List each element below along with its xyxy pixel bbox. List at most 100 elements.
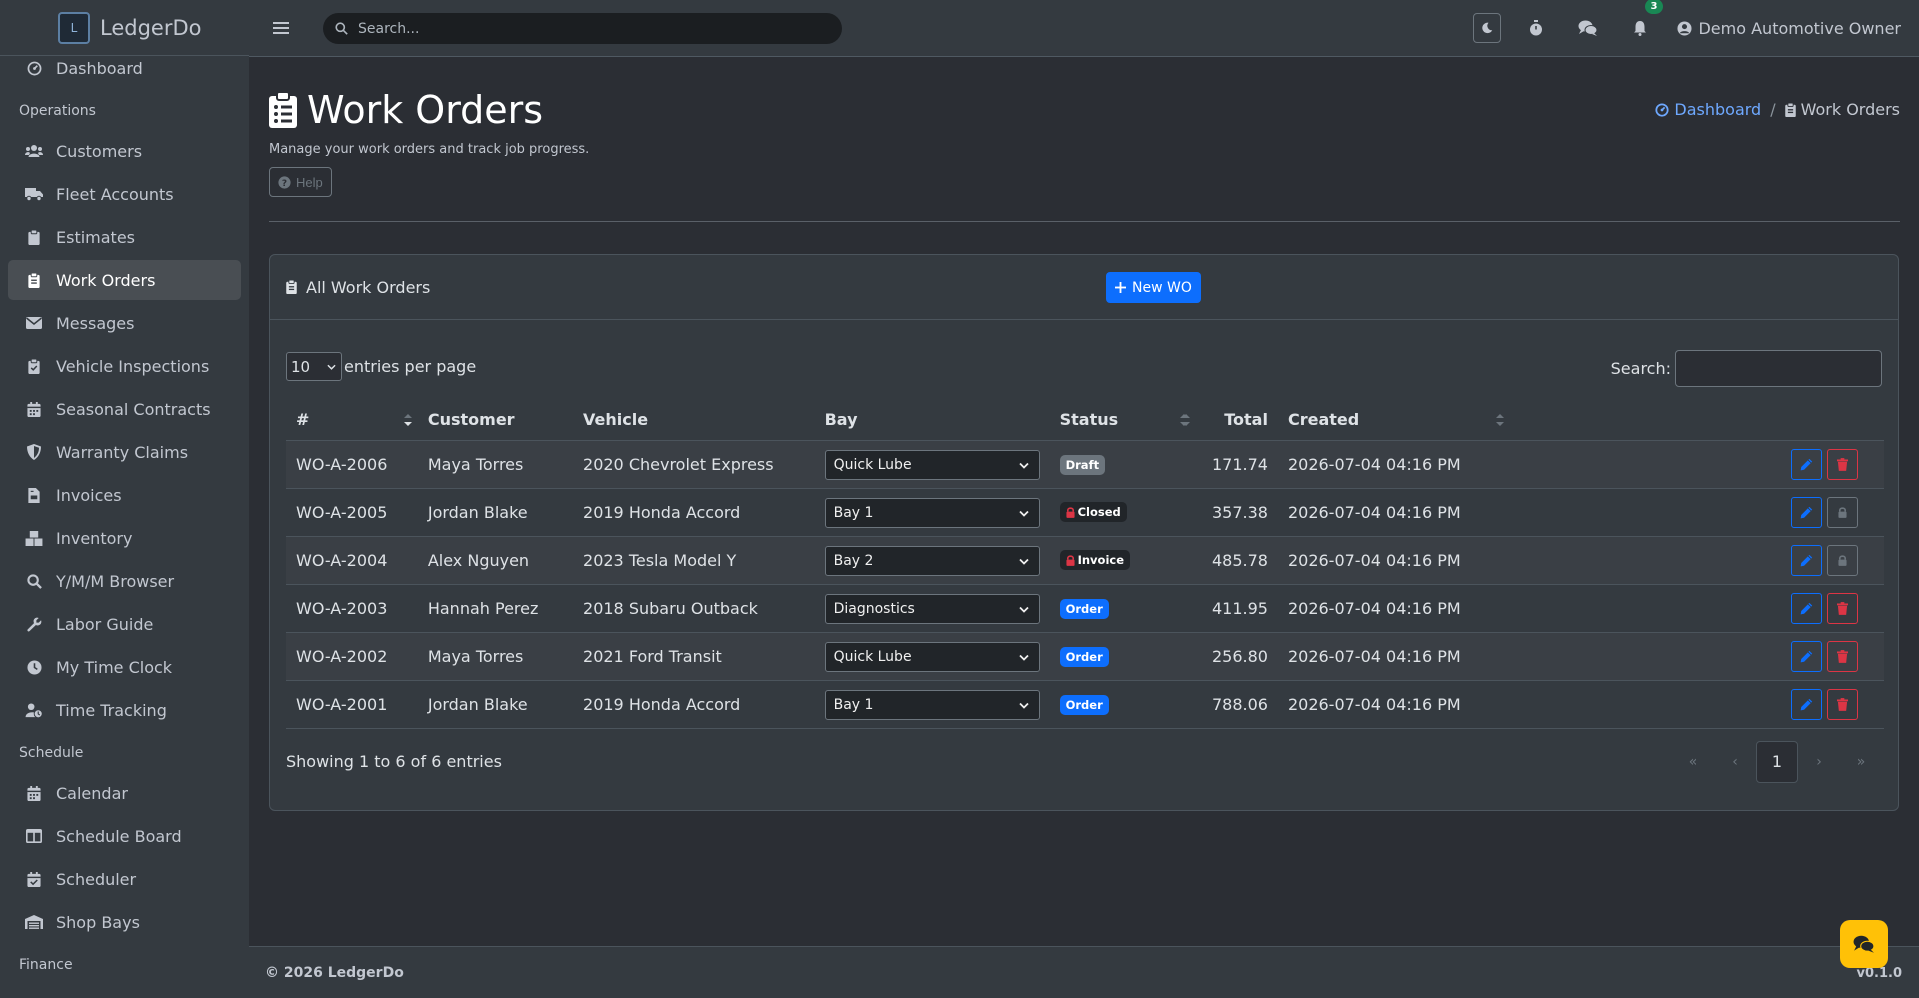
sidebar-item-inventory[interactable]: Inventory [8, 518, 241, 558]
edit-button[interactable] [1791, 640, 1822, 672]
breadcrumb-current: Work Orders [1784, 100, 1900, 119]
sidebar-item-work-orders[interactable]: Work Orders [8, 260, 241, 300]
pagination-next[interactable]: › [1798, 741, 1840, 783]
lock-icon [1066, 554, 1075, 566]
edit-button[interactable] [1791, 592, 1822, 624]
clipboard-list-icon [269, 92, 297, 128]
row-actions [1520, 544, 1874, 576]
column-header-created[interactable]: Created [1277, 400, 1510, 441]
table-row[interactable]: WO-A-2005 Jordan Blake 2019 Honda Accord Ba… [286, 488, 1884, 537]
sidebar-item-my-time-clock[interactable]: My Time Clock [8, 647, 241, 687]
bay-select[interactable]: Quick Lube [824, 450, 1040, 480]
delete-button[interactable] [1827, 640, 1858, 672]
entries-label: entries per page [344, 357, 477, 376]
locked-button [1827, 544, 1858, 576]
notifications-button[interactable]: 3 [1625, 0, 1664, 43]
sidebar-item-customers[interactable]: Customers [8, 131, 241, 171]
table-search-input[interactable] [1675, 350, 1882, 387]
entries-per-page-select[interactable]: 10 [286, 352, 342, 381]
page-title-text: Work Orders [307, 88, 544, 132]
lock-icon [1838, 554, 1847, 566]
menu-toggle-icon[interactable] [271, 18, 291, 38]
sidebar-item-warranty-claims[interactable]: Warranty Claims [8, 432, 241, 472]
sidebar-item-time-tracking[interactable]: Time Tracking [8, 690, 241, 730]
card-body: 10 entries per page Search: # Customer V… [270, 320, 1898, 809]
breadcrumb-separator: / [1770, 100, 1776, 119]
breadcrumb-dashboard-link[interactable]: Dashboard [1655, 100, 1761, 119]
cell-actions [1509, 536, 1884, 585]
table-row[interactable]: WO-A-2004 Alex Nguyen 2023 Tesla Model Y Ba… [286, 536, 1884, 585]
sidebar-item-fleet-accounts[interactable]: Fleet Accounts [8, 174, 241, 214]
table-row[interactable]: WO-A-2006 Maya Torres 2020 Chevrolet Expre… [286, 440, 1884, 489]
sidebar-item-dashboard[interactable]: Dashboard [8, 48, 241, 88]
bay-select[interactable]: Diagnostics [824, 594, 1040, 624]
user-menu[interactable]: Demo Automotive Owner [1677, 19, 1901, 38]
sidebar-item-scheduler[interactable]: Scheduler [8, 859, 241, 899]
cell-customer: Maya Torres [417, 440, 574, 489]
search-icon [25, 572, 43, 590]
column-header-number[interactable]: # [286, 400, 418, 441]
help-button[interactable]: ? Help [269, 167, 332, 197]
sidebar-item-label: Fleet Accounts [56, 184, 174, 204]
clipboard-check-icon [25, 357, 43, 375]
table-info: Showing 1 to 6 of 6 entries [286, 751, 502, 771]
table-row[interactable]: WO-A-2002 Maya Torres 2021 Ford Transit Qui… [286, 632, 1884, 681]
stopwatch-button[interactable] [1521, 13, 1551, 43]
shield-icon [25, 443, 43, 461]
table-row[interactable]: WO-A-2001 Jordan Blake 2019 Honda Accord Ba… [286, 680, 1884, 729]
sidebar-item-expenses[interactable]: Expenses [8, 985, 241, 998]
column-header-total[interactable]: Total [1180, 400, 1278, 441]
bay-select[interactable]: Bay 1 [824, 690, 1040, 720]
search-icon [335, 22, 348, 35]
file-invoice-icon [25, 486, 43, 504]
sidebar-item-messages[interactable]: Messages [8, 303, 241, 343]
sidebar-item-shop-bays[interactable]: Shop Bays [8, 902, 241, 942]
sidebar-item-seasonal-contracts[interactable]: Seasonal Contracts [8, 389, 241, 429]
sidebar-item-vehicle-inspections[interactable]: Vehicle Inspections [8, 346, 241, 386]
sidebar-item-label: Labor Guide [56, 614, 154, 634]
pagination-prev[interactable]: ‹ [1714, 741, 1756, 783]
comments-icon [1578, 20, 1598, 36]
pagination-last[interactable]: » [1840, 741, 1882, 783]
sidebar-item-estimates[interactable]: Estimates [8, 217, 241, 257]
table-row[interactable]: WO-A-2003 Hannah Perez 2018 Subaru Outback… [286, 584, 1884, 633]
column-header-customer[interactable]: Customer [417, 400, 574, 441]
sidebar-item-label: Estimates [56, 227, 136, 247]
delete-button[interactable] [1827, 592, 1858, 624]
bay-select[interactable]: Quick Lube [824, 642, 1040, 672]
new-wo-button[interactable]: New WO [1106, 272, 1201, 303]
cell-total: 171.74 [1196, 440, 1278, 489]
cell-status: Order [1049, 680, 1197, 729]
cell-status: Order [1049, 584, 1197, 633]
cell-bay: Bay 1 [814, 680, 1050, 729]
delete-button[interactable] [1827, 448, 1858, 480]
work-orders-card: All Work Orders New WO 10 entries per pa… [269, 254, 1899, 811]
bay-select[interactable]: Bay 2 [824, 546, 1040, 576]
sidebar-item-y-m-m-browser[interactable]: Y/M/M Browser [8, 561, 241, 601]
theme-toggle-button[interactable] [1473, 13, 1502, 43]
sidebar-sections: Operations Customers Fleet Accounts Estimat… [8, 91, 241, 998]
messages-button[interactable] [1573, 13, 1603, 43]
sidebar-item-schedule-board[interactable]: Schedule Board [8, 816, 241, 856]
clock-icon [25, 658, 43, 676]
pagination-page-1[interactable]: 1 [1756, 740, 1798, 783]
chat-button[interactable] [1840, 920, 1888, 968]
pagination-first[interactable]: « [1672, 741, 1714, 783]
sidebar-item-labor-guide[interactable]: Labor Guide [8, 604, 241, 644]
edit-button[interactable] [1791, 448, 1822, 480]
delete-button[interactable] [1827, 688, 1858, 720]
global-search-input[interactable] [356, 19, 816, 38]
sidebar-section-header: Schedule [19, 745, 84, 761]
pencil-icon [1800, 698, 1813, 711]
chevron-down-icon [1018, 702, 1029, 709]
edit-button[interactable] [1791, 544, 1822, 576]
sidebar-item-calendar[interactable]: Calendar [8, 773, 241, 813]
column-header-vehicle[interactable]: Vehicle [573, 400, 815, 441]
cell-number: WO-A-2001 [286, 680, 418, 729]
bay-select[interactable]: Bay 1 [824, 498, 1040, 528]
column-header-bay[interactable]: Bay [814, 400, 1050, 441]
column-header-status[interactable]: Status [1049, 400, 1197, 441]
edit-button[interactable] [1791, 496, 1822, 528]
sidebar-item-invoices[interactable]: Invoices [8, 475, 241, 515]
edit-button[interactable] [1791, 688, 1822, 720]
